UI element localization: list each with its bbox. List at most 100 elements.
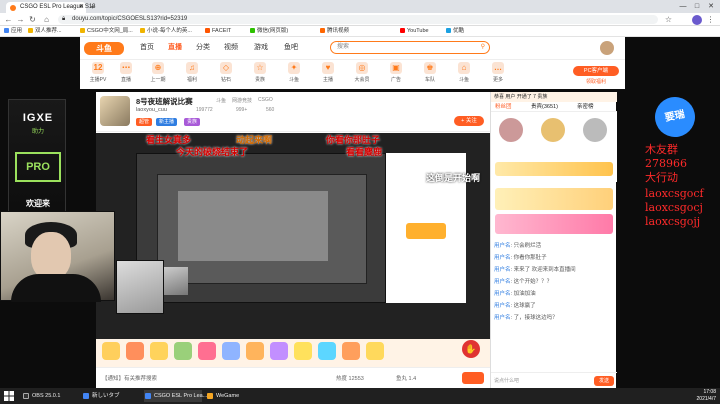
bookmark-item[interactable]: YouTube — [400, 27, 429, 36]
user-avatar[interactable] — [600, 41, 614, 55]
home-icon[interactable]: ⌂ — [42, 15, 51, 24]
menu-icon[interactable]: ⋮ — [706, 15, 715, 24]
faceit-icon — [205, 28, 210, 33]
recharge-button[interactable] — [462, 372, 484, 384]
room-meta[interactable]: CSGO — [258, 97, 273, 103]
gift-icon[interactable] — [366, 342, 384, 360]
gift-icon[interactable] — [150, 342, 168, 360]
tab-intimacy[interactable]: 亲密榜 — [577, 102, 594, 112]
igxe-ad-banner[interactable]: IGXE 助力 PRO 欢迎来 — [8, 99, 66, 219]
new-tab-icon[interactable]: + — [90, 2, 95, 12]
obs-icon — [23, 393, 29, 399]
windows-taskbar: OBS 25.0.1 新しいタブ CSGO ESL Pro Lea... WeG… — [0, 388, 720, 404]
bookmark-item[interactable]: CSGO中文网_局... — [80, 27, 133, 36]
star-icon[interactable]: ☆ — [664, 15, 673, 24]
bookmark-item[interactable]: 双人推荐... — [28, 27, 62, 36]
taskbar-item[interactable]: OBS 25.0.1 — [22, 390, 78, 402]
folder-icon — [80, 28, 85, 33]
profile-avatar[interactable] — [692, 15, 702, 25]
like-icon[interactable]: ✋ — [462, 340, 480, 358]
gift-icon[interactable] — [102, 342, 120, 360]
url-field[interactable]: 🔒︎ douyu.com/topic/CSGOESLS13?rid=52319 — [58, 15, 658, 24]
rank-avatar[interactable] — [583, 118, 607, 142]
room-title: 8号夜班解说比赛 — [136, 97, 193, 106]
taskbar-item[interactable]: WeGame — [206, 390, 256, 402]
room-tag: 贵族 — [184, 118, 201, 126]
douyu-logo[interactable]: 斗鱼 — [84, 42, 124, 55]
gift-icon[interactable] — [126, 342, 144, 360]
room-meta[interactable]: 网游竞技 — [232, 97, 252, 104]
minimize-button[interactable]: — — [676, 0, 690, 13]
banner-bottom-text: 欢迎来 — [26, 199, 50, 208]
maximize-button[interactable]: □ — [690, 0, 704, 13]
gift-icon[interactable] — [270, 342, 288, 360]
rank-avatar[interactable] — [499, 118, 523, 142]
gift-icon[interactable] — [198, 342, 216, 360]
anchor-name[interactable]: laoxyou_cuu — [136, 107, 167, 113]
tab-fans[interactable]: 粉丝团 — [495, 102, 512, 112]
room-meta[interactable]: 斗鱼 — [216, 97, 226, 104]
gift-icon[interactable] — [246, 342, 264, 360]
back-icon[interactable]: ← — [4, 15, 13, 24]
category-item[interactable]: ◎ 大会员 — [348, 62, 376, 83]
webcam-overlay-nested — [164, 267, 188, 295]
bookmark-item[interactable]: FACEIT — [205, 27, 231, 36]
category-item[interactable]: ♫ 福利 — [178, 62, 206, 83]
bookmark-item[interactable]: 应用 — [4, 27, 22, 36]
category-item[interactable]: ⊕ 上一期 — [144, 62, 172, 83]
bookmark-item[interactable]: 微信(网页版) — [250, 27, 288, 36]
follow-button[interactable]: + 关注 — [454, 116, 484, 126]
nav-yuba[interactable]: 鱼吧 — [284, 43, 298, 53]
forward-icon[interactable]: → — [16, 15, 25, 24]
anchor-avatar[interactable] — [100, 96, 130, 126]
close-window-button[interactable]: ✕ — [704, 0, 718, 13]
vip-banner — [495, 162, 613, 176]
nav-home[interactable]: 首页 — [140, 43, 154, 53]
send-button[interactable]: 发送 — [594, 376, 614, 386]
welfare-link[interactable]: 领取福利 — [573, 78, 619, 86]
category-item[interactable]: ♚ 车队 — [416, 62, 444, 83]
category-item[interactable]: 12 主播PV — [84, 62, 112, 83]
clock-time: 17:08 — [703, 389, 716, 395]
category-icon: ✦ — [288, 62, 300, 74]
site-search-input[interactable]: 搜索 ⚲ — [330, 41, 490, 54]
gift-bar — [96, 339, 490, 367]
category-item[interactable]: ▣ 广告 — [382, 62, 410, 83]
category-item[interactable]: … 更多 — [484, 62, 512, 83]
gift-icon[interactable] — [174, 342, 192, 360]
taskbar-item[interactable]: 新しいタブ — [82, 390, 140, 402]
gift-icon[interactable] — [294, 342, 312, 360]
reload-icon[interactable]: ↻ — [28, 15, 37, 24]
gift-icon[interactable] — [318, 342, 336, 360]
nav-category[interactable]: 分类 — [196, 43, 210, 53]
browser-tab[interactable]: CSGO ESL Pro League S13 ✕ — [6, 2, 96, 13]
category-icon: ☆ — [254, 62, 266, 74]
gift-icon[interactable] — [222, 342, 240, 360]
pro-league-badge: PRO — [15, 152, 61, 182]
category-item[interactable]: ◇ 钻石 — [212, 62, 240, 83]
gift-icon[interactable] — [342, 342, 360, 360]
category-item[interactable]: ⋯ 直播 — [112, 62, 140, 83]
nav-video[interactable]: 视频 — [224, 43, 238, 53]
close-tab-icon[interactable]: ✕ — [79, 2, 84, 13]
nav-games[interactable]: 游戏 — [254, 43, 268, 53]
category-icon: ◇ — [220, 62, 232, 74]
notice-link[interactable]: 【通知】有关推荐搜索 — [102, 374, 157, 382]
search-icon[interactable]: ⚲ — [481, 42, 485, 53]
rank-avatar[interactable] — [541, 118, 565, 142]
category-item[interactable]: ✦ 斗鱼 — [280, 62, 308, 83]
bookmark-item[interactable]: 腾讯视频 — [320, 27, 349, 36]
taskbar-item[interactable]: CSGO ESL Pro Lea... — [144, 390, 207, 402]
bookmark-item[interactable]: 小说-每个人的英... — [140, 27, 192, 36]
bookmark-item[interactable]: 优酷 — [446, 27, 464, 36]
tab-vip[interactable]: 贵宾(3651) — [531, 102, 558, 112]
chat-message: 用户名: 这球赢了 — [494, 303, 536, 309]
category-item[interactable]: ⌂ 斗鱼 — [450, 62, 478, 83]
system-clock[interactable]: 17:08 2021/4/7 — [676, 389, 716, 403]
chat-input[interactable]: 说点什么吧 发送 — [491, 372, 617, 388]
nav-live[interactable]: 直播 — [168, 43, 182, 53]
category-item[interactable]: ☆ 贵族 — [246, 62, 274, 83]
pc-client-button[interactable]: PC客户端 — [573, 66, 619, 76]
category-item[interactable]: ♥ 主播 — [314, 62, 342, 83]
start-icon[interactable] — [4, 391, 14, 401]
